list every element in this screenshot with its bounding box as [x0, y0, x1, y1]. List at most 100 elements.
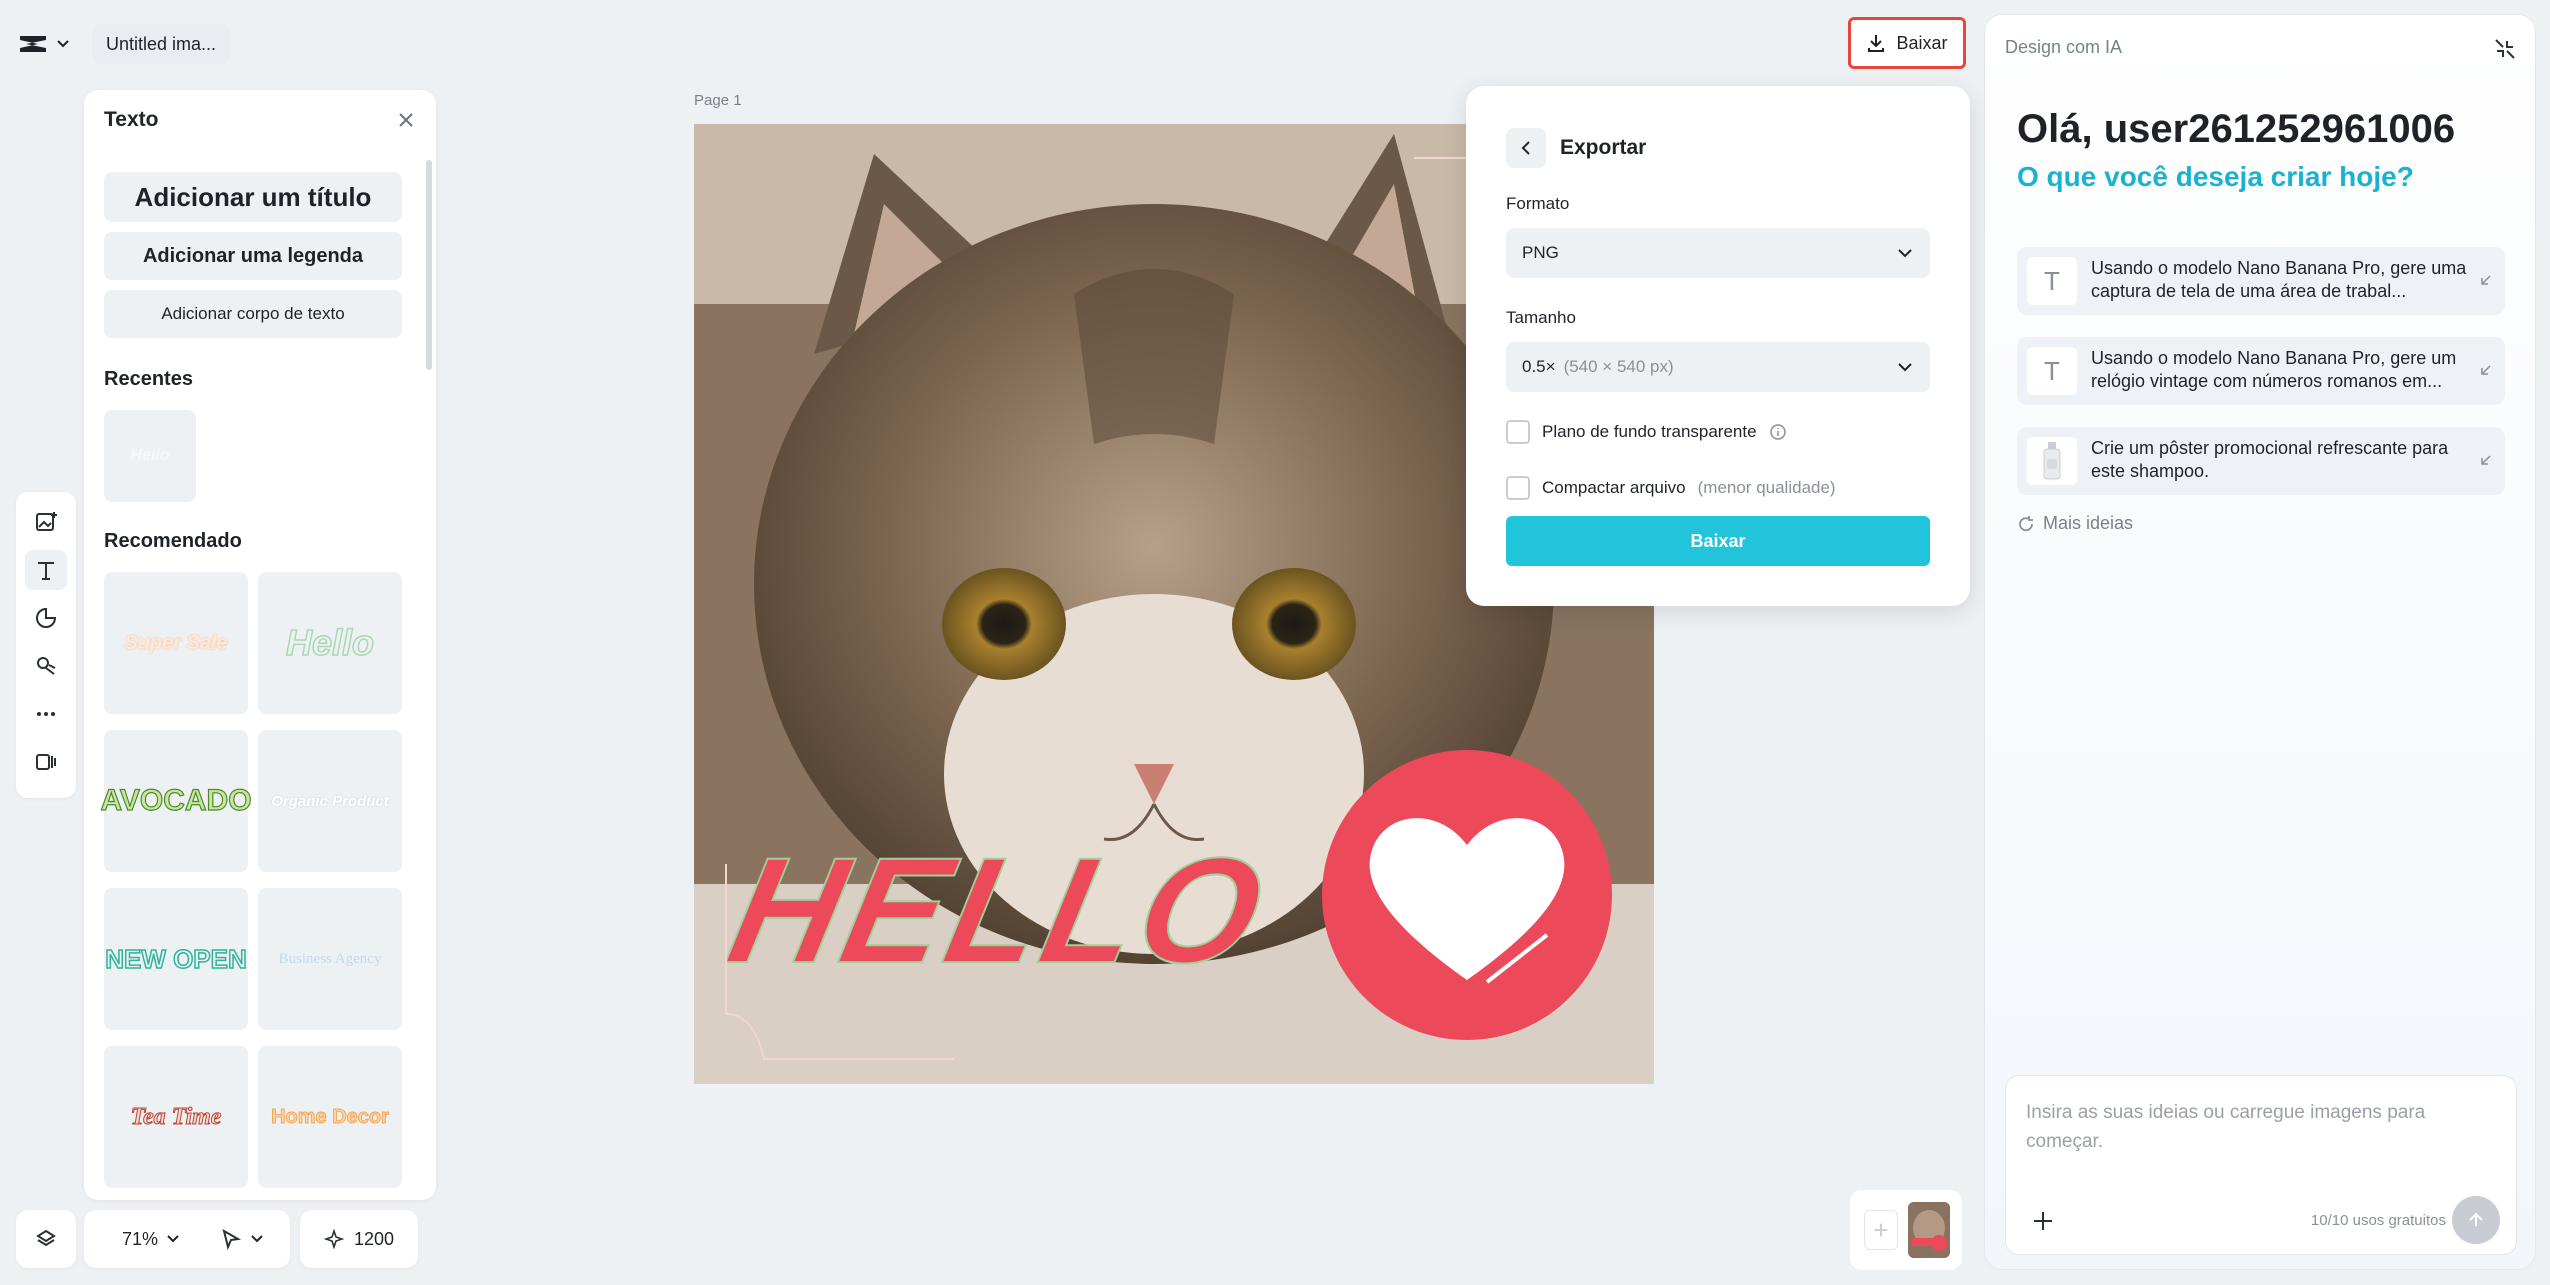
chevron-down-icon: [251, 1235, 263, 1243]
template-label: Super Sale: [124, 631, 228, 654]
arrow-up-icon: [2469, 1212, 2483, 1226]
brand-tool[interactable]: [25, 646, 67, 686]
size-select[interactable]: 0.5× (540 × 540 px): [1506, 342, 1930, 392]
format-select[interactable]: PNG: [1506, 228, 1930, 278]
text-icon: [38, 562, 54, 580]
layers-button[interactable]: [16, 1210, 76, 1268]
zoom-value: 71%: [122, 1228, 159, 1249]
prompt-placeholder: Insira as suas ideias ou carregue imagen…: [2026, 1102, 2426, 1152]
collapse-icon: [2495, 39, 2515, 59]
template-label: Tea Time: [130, 1103, 222, 1130]
template-super-sale[interactable]: Super Sale: [104, 572, 248, 714]
arrow-down-left-icon: [2481, 455, 2491, 465]
heart-sticker[interactable]: [1322, 750, 1612, 1040]
transparent-background-checkbox[interactable]: [1506, 420, 1530, 444]
add-page-button[interactable]: +: [1864, 1210, 1898, 1250]
image-add-icon: [36, 512, 57, 531]
text-panel: Texto Adicionar um título Adicionar uma …: [84, 90, 436, 1200]
download-button-label: Baixar: [1896, 32, 1948, 53]
panel-scrollbar[interactable]: [426, 160, 432, 370]
template-tea-time[interactable]: Tea Time: [104, 1046, 248, 1188]
arrow-down-left-icon: [2481, 365, 2491, 375]
transparent-background-option[interactable]: Plano de fundo transparente: [1506, 420, 1787, 444]
image-upload-tool[interactable]: [25, 502, 67, 542]
resize-tool[interactable]: [25, 742, 67, 782]
idea-card[interactable]: T Usando o modelo Nano Banana Pro, gere …: [2017, 337, 2505, 405]
more-dots-icon: [37, 712, 55, 716]
compress-file-option[interactable]: Compactar arquivo (menor qualidade): [1506, 476, 1836, 500]
chevron-down-icon: [1898, 249, 1912, 258]
tool-rail: [16, 492, 76, 798]
template-label: Organic Product: [271, 792, 389, 810]
sparkle-icon: [323, 1229, 344, 1249]
close-icon: [399, 113, 413, 127]
paint-icon: [37, 657, 56, 675]
elements-tool[interactable]: [25, 598, 67, 638]
template-organic-product[interactable]: Organic Product: [258, 730, 402, 872]
more-tools[interactable]: [25, 694, 67, 734]
resize-icon: [36, 754, 56, 770]
idea-card[interactable]: T Usando o modelo Nano Banana Pro, gere …: [2017, 247, 2505, 315]
download-icon: [1868, 35, 1885, 52]
recommended-section-title: Recomendado: [104, 530, 242, 552]
export-title: Exportar: [1560, 136, 1647, 159]
zoom-select[interactable]: 71%: [122, 1229, 180, 1250]
credits-button[interactable]: 1200: [300, 1210, 418, 1268]
size-detail: (540 × 540 px): [1563, 357, 1674, 376]
collapse-panel-button[interactable]: [2491, 35, 2519, 63]
capcut-logo-icon: [20, 36, 46, 52]
text-prompt-icon: T: [2027, 257, 2077, 305]
shapes-icon: [36, 607, 57, 628]
corner-frame-decoration: [725, 864, 954, 1060]
format-value: PNG: [1522, 243, 1559, 262]
chevron-down-icon: [57, 40, 69, 48]
idea-text: Usando o modelo Nano Banana Pro, gere um…: [2091, 348, 2457, 391]
recent-text-item[interactable]: Hello: [104, 410, 196, 502]
page-thumbnail[interactable]: [1908, 1202, 1950, 1258]
ai-subtitle: O que você deseja criar hoje?: [2017, 161, 2414, 192]
download-button[interactable]: Baixar: [1848, 17, 1966, 69]
compress-file-label: Compactar arquivo: [1542, 478, 1686, 497]
credits-value: 1200: [353, 1228, 395, 1249]
compress-file-note: (menor qualidade): [1697, 478, 1836, 497]
add-attachment-button[interactable]: [2026, 1204, 2060, 1238]
shampoo-bottle-icon: [2027, 437, 2077, 485]
idea-text: Usando o modelo Nano Banana Pro, gere um…: [2091, 258, 2467, 301]
info-icon[interactable]: [1769, 423, 1787, 441]
template-hello[interactable]: Hello: [258, 572, 402, 714]
template-business-agency[interactable]: Business Agency: [258, 888, 402, 1030]
template-avocado[interactable]: AVOCADO: [100, 730, 252, 872]
add-body-text-button[interactable]: Adicionar corpo de texto: [104, 290, 402, 338]
pointer-mode-select[interactable]: [220, 1228, 264, 1250]
idea-card[interactable]: Crie um pôster promocional refrescante p…: [2017, 427, 2505, 495]
more-ideas-label: Mais ideias: [2043, 513, 2134, 533]
panel-close-button[interactable]: [394, 108, 418, 132]
chevron-down-icon: [167, 1235, 179, 1243]
compress-file-checkbox[interactable]: [1506, 476, 1530, 500]
document-title[interactable]: Untitled ima...: [92, 24, 231, 64]
ai-panel-title: Design com IA: [2005, 37, 2123, 57]
send-prompt-button[interactable]: [2452, 1196, 2500, 1244]
ai-greeting: Olá, user261252961006: [2017, 107, 2456, 151]
refresh-icon: [2019, 515, 2033, 531]
template-new-open[interactable]: NEW OPEN: [104, 888, 248, 1030]
export-back-button[interactable]: [1506, 128, 1546, 168]
text-prompt-icon: T: [2027, 347, 2077, 395]
size-value: 0.5×: [1522, 357, 1556, 376]
more-ideas-button[interactable]: Mais ideias: [2017, 513, 2133, 534]
add-title-button[interactable]: Adicionar um título: [104, 172, 402, 222]
ai-prompt-input[interactable]: Insira as suas ideias ou carregue imagen…: [2005, 1075, 2517, 1255]
arrow-down-left-icon: [2481, 275, 2491, 285]
ai-design-panel: Design com IA Olá, user261252961006 O qu…: [1984, 14, 2536, 1270]
idea-text: Crie um pôster promocional refrescante p…: [2091, 438, 2449, 481]
template-label: NEW OPEN: [104, 943, 247, 975]
cursor-icon: [222, 1228, 242, 1250]
export-popover: Exportar Formato PNG Tamanho 0.5× (540 ×…: [1466, 86, 1970, 606]
template-home-decor[interactable]: Home Decor: [258, 1046, 402, 1188]
add-caption-button[interactable]: Adicionar uma legenda: [104, 232, 402, 280]
chevron-left-icon: [1521, 141, 1530, 155]
text-tool[interactable]: [25, 550, 67, 590]
export-download-button[interactable]: Baixar: [1506, 516, 1930, 566]
plus-icon: [2034, 1212, 2052, 1230]
app-logo-menu[interactable]: [18, 26, 78, 62]
